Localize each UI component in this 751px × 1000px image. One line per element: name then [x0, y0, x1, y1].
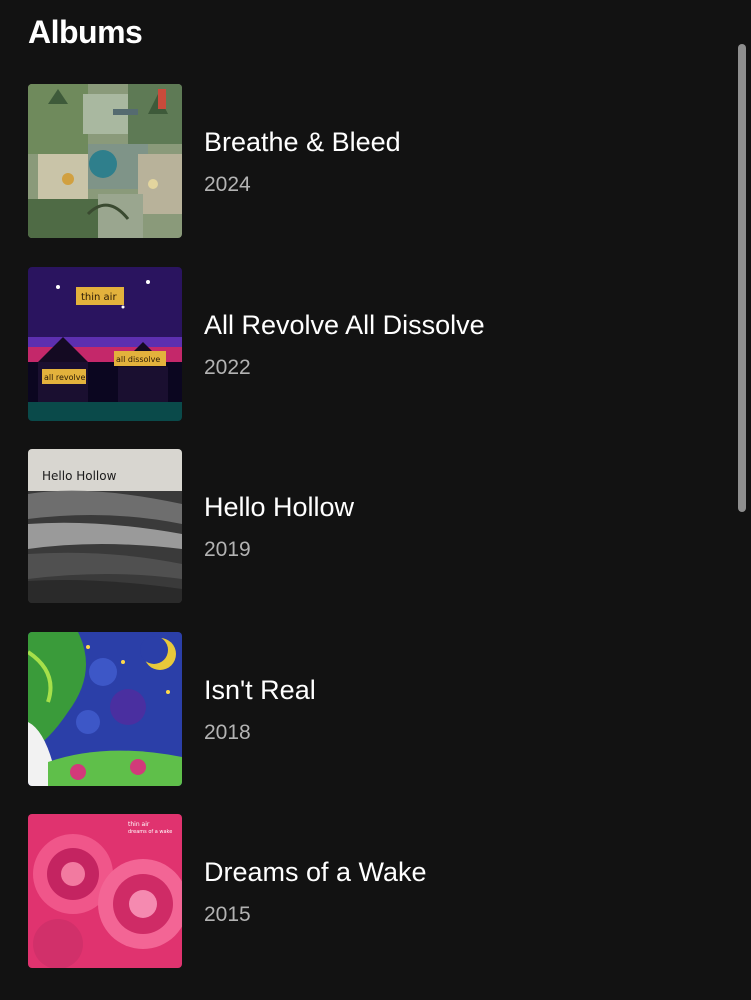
neon-houses-cover-icon: thin air all revolve all dissolve [28, 266, 182, 421]
cover-text: dreams of a wake [128, 829, 172, 835]
cover-text: thin air [81, 292, 117, 303]
albums-page: Albums Breathe & Bleed 2024 thin air all… [0, 0, 751, 1000]
album-year: 2024 [204, 173, 251, 196]
album-cover[interactable]: Hello Hollow [28, 449, 182, 603]
album-title: All Revolve All Dissolve [204, 309, 485, 340]
album-title: Hello Hollow [204, 492, 355, 522]
album-row-all-revolve-all-dissolve[interactable]: thin air all revolve all dissolve All Re… [0, 266, 730, 422]
cover-text: Hello Hollow [42, 469, 117, 483]
cover-text: all dissolve [116, 355, 160, 364]
section-title: Albums [28, 14, 143, 50]
cover-text: thin air [128, 821, 150, 828]
album-row-isnt-real[interactable]: Isn't Real 2018 [0, 631, 730, 787]
album-title: Isn't Real [204, 674, 316, 705]
album-year: 2019 [204, 538, 251, 561]
album-cover[interactable]: thin air dreams of a wake [28, 814, 182, 968]
album-title: Breathe & Bleed [204, 127, 401, 157]
vertical-scrollbar[interactable] [738, 44, 746, 512]
album-row-dreams-of-a-wake[interactable]: thin air dreams of a wake Dreams of a Wa… [0, 814, 730, 969]
album-cover[interactable] [28, 631, 182, 786]
album-cover[interactable]: thin air all revolve all dissolve [28, 266, 182, 421]
album-title: Dreams of a Wake [204, 857, 427, 887]
album-row-breathe-and-bleed[interactable]: Breathe & Bleed 2024 [0, 84, 730, 239]
starry-night-moon-cover-icon [28, 631, 182, 786]
collage-art-cover-icon [28, 84, 182, 238]
gray-brushstroke-cover-icon: Hello Hollow [28, 449, 182, 603]
pink-roses-cover-icon: thin air dreams of a wake [28, 814, 182, 968]
cover-text: all revolve [44, 373, 86, 382]
album-year: 2015 [204, 903, 251, 926]
album-cover[interactable] [28, 84, 182, 238]
album-row-hello-hollow[interactable]: Hello Hollow Hello Hollow 2019 [0, 449, 730, 604]
album-year: 2022 [204, 355, 251, 379]
album-list: Breathe & Bleed 2024 thin air all revolv… [0, 84, 730, 997]
album-year: 2018 [204, 720, 251, 744]
